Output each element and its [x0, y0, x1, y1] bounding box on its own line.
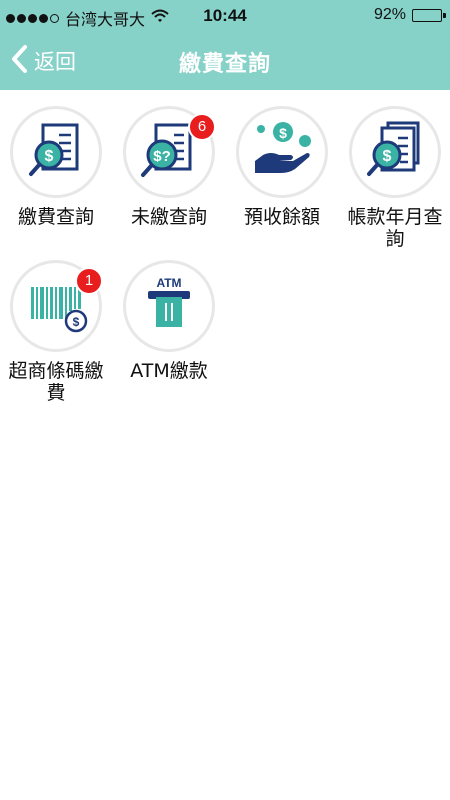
- notification-badge: 1: [75, 267, 103, 295]
- svg-text:$: $: [279, 125, 287, 141]
- menu-icon-circle: $: [10, 106, 102, 198]
- notification-badge: 6: [188, 113, 216, 141]
- svg-text:$?: $?: [153, 148, 171, 165]
- menu-icon-circle: ATM: [123, 260, 215, 352]
- menu-item-label: 帳款年月查詢: [347, 206, 443, 250]
- svg-text:$: $: [45, 148, 54, 165]
- menu-item-unpaid-query[interactable]: $? 6 未繳查詢: [113, 106, 225, 228]
- menu-item-label: 繳費查詢: [17, 206, 94, 228]
- nav-bar: 返回 繳費查詢: [0, 32, 450, 90]
- battery-icon: [412, 8, 446, 22]
- monthly-bill-search-icon: $: [362, 117, 428, 187]
- menu-item-prepaid-balance[interactable]: $ 預收餘額: [226, 106, 338, 228]
- menu-item-label: 未繳查詢: [130, 206, 207, 228]
- menu-icon-circle: $? 6: [123, 106, 216, 198]
- hand-coins-icon: $: [249, 117, 315, 187]
- battery-percent: 92%: [373, 6, 406, 23]
- menu-item-label: 預收餘額: [243, 206, 320, 228]
- menu-item-store-barcode-payment[interactable]: $ 1 超商條碼繳費: [0, 260, 112, 404]
- menu-icon-circle: $: [349, 106, 441, 198]
- menu-item-label: 超商條碼繳費: [8, 360, 104, 404]
- atm-icon: ATM: [136, 271, 202, 341]
- svg-text:$: $: [73, 315, 80, 329]
- status-bar: 台湾大哥大 10:44 92%: [0, 0, 450, 32]
- atm-icon-text: ATM: [156, 276, 181, 290]
- page-title: 繳費查詢: [178, 52, 271, 77]
- menu-item-atm-payment[interactable]: ATM ATM繳款: [113, 260, 225, 382]
- menu-icon-circle: $ 1: [10, 260, 103, 352]
- menu-item-monthly-bill-query[interactable]: $ 帳款年月查詢: [339, 106, 450, 250]
- menu-icon-circle: $: [236, 106, 328, 198]
- menu-item-label: ATM繳款: [130, 360, 208, 382]
- bill-search-icon: $: [23, 117, 89, 187]
- status-right: 92%: [373, 6, 446, 24]
- svg-text:$: $: [383, 148, 392, 165]
- menu-item-payment-query[interactable]: $ 繳費查詢: [0, 106, 112, 228]
